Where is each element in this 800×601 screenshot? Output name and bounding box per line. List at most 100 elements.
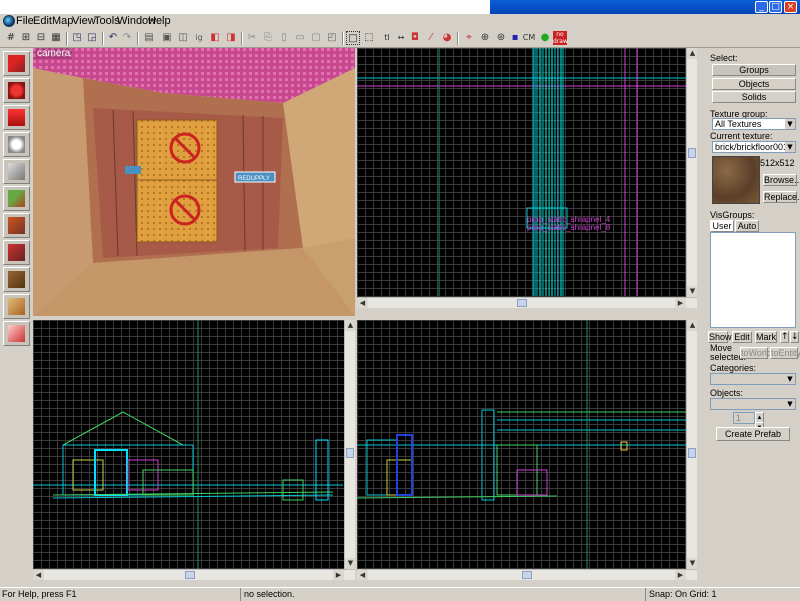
scroll-thumb[interactable] (522, 571, 532, 579)
texture-lock-icon[interactable]: tl (380, 31, 394, 45)
scroll-left-icon[interactable]: ◀ (33, 570, 44, 580)
paste-special-icon[interactable]: ▭ (293, 31, 307, 45)
front-hscroll[interactable]: ◀ ▶ (33, 569, 355, 580)
scroll-thumb[interactable] (346, 448, 354, 458)
to-entity-button[interactable]: toEntity (770, 347, 800, 359)
paste-icon[interactable]: ▯ (277, 31, 291, 45)
scroll-thumb[interactable] (688, 448, 696, 458)
visgroup-tab-user[interactable]: User (710, 220, 734, 232)
save-window-state-icon[interactable]: ◲ (85, 31, 99, 45)
scroll-down-icon[interactable]: ▼ (687, 286, 697, 297)
entity-report-icon[interactable]: ◘ (408, 31, 422, 45)
group-icon[interactable]: ▣ (160, 31, 174, 45)
visgroup-show-button[interactable]: Show (708, 331, 732, 343)
menu-tools[interactable]: Tools (94, 15, 120, 28)
to-world-button[interactable]: toWorld (740, 347, 772, 359)
cut-icon[interactable]: ✂ (245, 31, 259, 45)
side-vscroll[interactable]: ▲ ▼ (686, 320, 697, 569)
overlay-tool-button[interactable] (3, 267, 30, 292)
side-viewport[interactable]: ▲ ▼ ◀ ▶ (357, 320, 697, 580)
top-viewport[interactable]: prop_static_shrapnel_4 prop_static_shrap… (357, 48, 697, 308)
visgroup-edit-button[interactable]: Edit (732, 331, 752, 343)
toggle-models-icon[interactable]: ▪ (508, 31, 522, 45)
current-texture-select[interactable]: brick/brickfloor001a ▼ (712, 141, 796, 153)
scroll-up-icon[interactable]: ▲ (345, 320, 355, 331)
entity-tool-button[interactable] (3, 132, 30, 157)
front-viewport[interactable]: ▲ ▼ ◀ ▶ (33, 320, 355, 580)
selection-tool-icon[interactable]: ⬚ (362, 31, 376, 45)
minimize-button[interactable]: _ (755, 1, 768, 13)
objects-select[interactable]: ▼ (710, 398, 796, 410)
texture-tool-button[interactable] (3, 186, 30, 211)
menu-help[interactable]: Help (148, 15, 171, 28)
decal-tool-button[interactable] (3, 240, 30, 265)
check-problems-icon[interactable]: ⁄ (424, 31, 438, 45)
scroll-left-icon[interactable]: ◀ (357, 570, 368, 580)
cordon-icon[interactable]: ⌖ (462, 31, 476, 45)
scroll-up-icon[interactable]: ▲ (687, 48, 697, 59)
menu-file[interactable]: File (16, 15, 34, 28)
delete-icon[interactable]: ▢ (309, 31, 323, 45)
selection-tool-button[interactable] (3, 51, 30, 76)
ungroup-icon[interactable]: ◫ (176, 31, 190, 45)
clipping-tool-button[interactable] (3, 294, 30, 319)
arrow-down-icon[interactable]: ↓ (790, 331, 799, 343)
visgroup-mark-button[interactable]: Mark (755, 331, 777, 343)
load-window-state-icon[interactable]: ◳ (70, 31, 84, 45)
show-hidden-icon[interactable]: ◨ (224, 31, 238, 45)
texture-application-icon[interactable]: ↔ (394, 31, 408, 45)
objects-button[interactable]: Objects (712, 78, 796, 90)
camera-viewport[interactable]: REDUPPLY camera (33, 48, 355, 316)
quantity-stepper[interactable]: 1 (733, 412, 755, 424)
scroll-right-icon[interactable]: ▶ (675, 298, 686, 308)
top-hscroll[interactable]: ◀ ▶ (357, 297, 697, 308)
magnify-tool-button[interactable] (3, 78, 30, 103)
redo-icon[interactable]: ↷ (120, 31, 134, 45)
solids-button[interactable]: Solids (712, 91, 796, 103)
map-info-icon[interactable]: ◕ (440, 31, 454, 45)
create-prefab-button[interactable]: Create Prefab (716, 427, 790, 441)
scroll-thumb[interactable] (517, 299, 527, 307)
browse-button[interactable]: Browse... (763, 174, 800, 186)
arrow-up-icon[interactable]: ↑ (780, 331, 789, 343)
texture-group-select[interactable]: All Textures ▼ (712, 118, 796, 130)
block-tool-button[interactable] (3, 159, 30, 184)
visgroup-tab-auto[interactable]: Auto (735, 220, 759, 232)
compile-icon[interactable]: ⊛ (494, 31, 508, 45)
menu-edit[interactable]: Edit (33, 15, 52, 28)
scroll-right-icon[interactable]: ▶ (675, 570, 686, 580)
no-draw-icon[interactable]: no draw (553, 31, 568, 45)
side-hscroll[interactable]: ◀ ▶ (357, 569, 697, 580)
scroll-thumb[interactable] (688, 148, 696, 158)
app-globe-icon[interactable] (3, 15, 15, 27)
menu-view[interactable]: View (72, 15, 96, 28)
scroll-up-icon[interactable]: ▲ (687, 320, 697, 331)
scroll-down-icon[interactable]: ▼ (687, 558, 697, 569)
scroll-right-icon[interactable]: ▶ (333, 570, 344, 580)
close-button[interactable]: × (784, 1, 797, 13)
run-map-icon[interactable]: ⊕ (478, 31, 492, 45)
copy-icon[interactable]: ⎘ (261, 31, 275, 45)
selection-box-icon[interactable]: □ (346, 31, 360, 45)
grid-smaller-icon[interactable]: ⊞ (19, 31, 33, 45)
apply-texture-button[interactable] (3, 213, 30, 238)
camera-tool-button[interactable] (3, 105, 30, 130)
carve-icon[interactable]: ▤ (142, 31, 156, 45)
scroll-left-icon[interactable]: ◀ (357, 298, 368, 308)
grid-toggle-icon[interactable]: # (4, 31, 18, 45)
scroll-down-icon[interactable]: ▼ (345, 558, 355, 569)
undo-icon[interactable]: ↶ (106, 31, 120, 45)
categories-select[interactable]: ▼ (710, 373, 796, 385)
toggle-helpers-icon[interactable]: ● (538, 31, 552, 45)
front-vscroll[interactable]: ▲ ▼ (344, 320, 355, 569)
replace-button[interactable]: Replace... (763, 191, 800, 203)
vertex-tool-button[interactable] (3, 321, 30, 346)
cm-icon[interactable]: CM (522, 31, 536, 45)
scroll-thumb[interactable] (185, 571, 195, 579)
visgroup-list[interactable] (710, 232, 796, 328)
groups-button[interactable]: Groups (712, 64, 796, 76)
menu-map[interactable]: Map (52, 15, 73, 28)
hide-icon[interactable]: ◧ (208, 31, 222, 45)
top-vscroll[interactable]: ▲ ▼ (686, 48, 697, 297)
maximize-button[interactable]: □ (769, 1, 782, 13)
